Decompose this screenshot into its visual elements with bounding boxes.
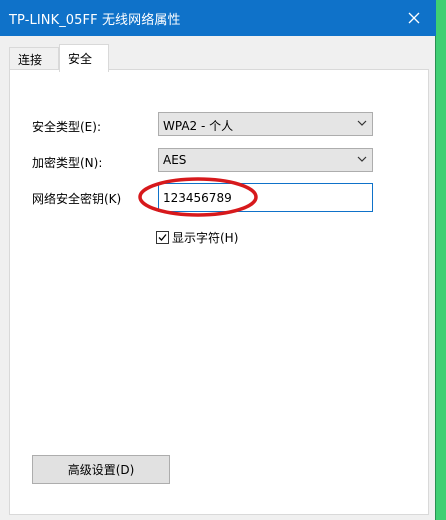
security-panel: 安全类型(E): WPA2 - 个人 加密类型(N): AES 网络安全密钥(K… <box>9 69 429 515</box>
tab-connection-label: 连接 <box>18 53 43 67</box>
network-key-label: 网络安全密钥(K) <box>32 192 122 206</box>
dialog-window: TP-LINK_05FF 无线网络属性 连接 安全 安全类型(E): WPA2 … <box>0 0 436 520</box>
security-type-select[interactable]: WPA2 - 个人 <box>158 112 373 136</box>
encryption-type-label: 加密类型(N): <box>32 156 103 170</box>
security-type-value: WPA2 - 个人 <box>163 119 234 133</box>
close-icon <box>408 12 420 24</box>
tab-security[interactable]: 安全 <box>59 44 109 72</box>
encryption-type-select[interactable]: AES <box>158 148 373 172</box>
network-key-input[interactable] <box>159 184 372 211</box>
window-title: TP-LINK_05FF 无线网络属性 <box>9 13 181 28</box>
show-characters-checkbox[interactable]: 显示字符(H) <box>156 229 238 246</box>
checkmark-icon <box>158 234 167 241</box>
title-bar: TP-LINK_05FF 无线网络属性 <box>0 0 436 36</box>
close-button[interactable] <box>392 0 436 36</box>
advanced-settings-label: 高级设置(D) <box>67 463 135 477</box>
security-type-label: 安全类型(E): <box>32 120 101 134</box>
checkbox-box[interactable] <box>156 231 169 244</box>
tab-security-label: 安全 <box>68 52 93 66</box>
advanced-settings-button[interactable]: 高级设置(D) <box>32 455 170 484</box>
show-characters-label: 显示字符(H) <box>172 231 239 245</box>
chevron-down-icon <box>357 156 367 162</box>
encryption-type-value: AES <box>163 153 187 167</box>
chevron-down-icon <box>357 120 367 126</box>
tab-connection[interactable]: 连接 <box>9 47 59 70</box>
tab-strip: 连接 安全 <box>9 44 429 72</box>
network-key-field[interactable] <box>158 183 373 212</box>
